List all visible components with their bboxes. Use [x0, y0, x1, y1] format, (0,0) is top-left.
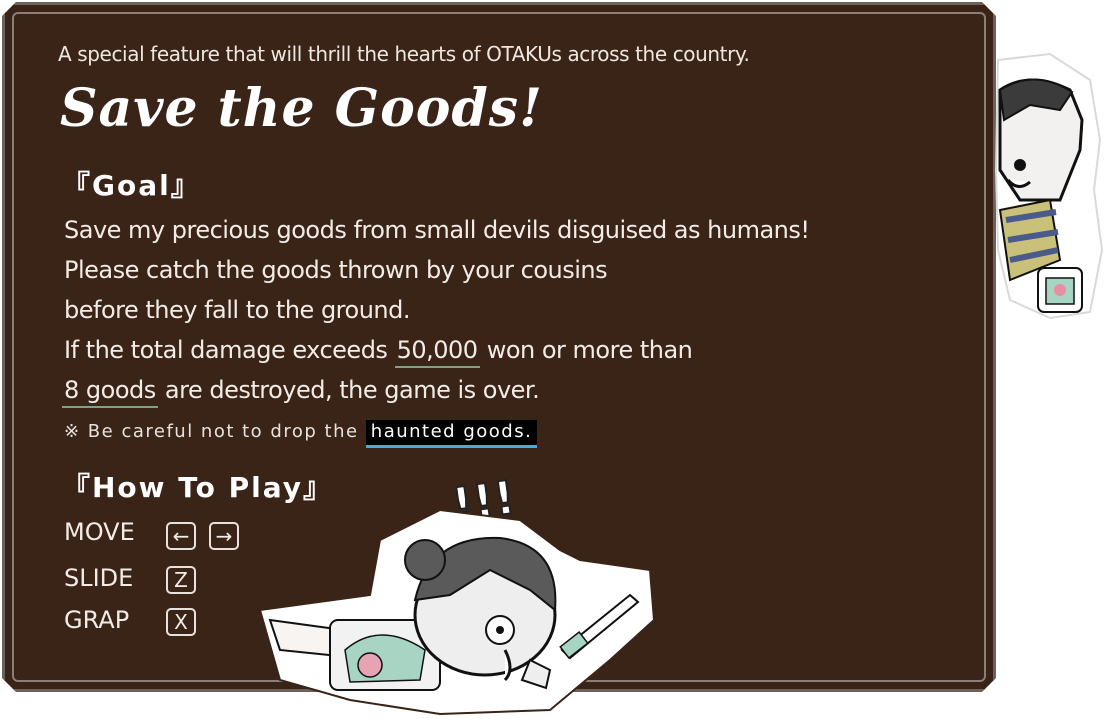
goods-limit-highlight: 8 goods: [62, 376, 158, 408]
control-label-grap: GRAP: [64, 606, 130, 634]
goal-line-3: before they fall to the ground.: [64, 296, 411, 324]
girl-sliding-character-icon: [258, 508, 656, 716]
goal-line-5: 8 goods are destroyed, the game is over.: [62, 376, 540, 408]
x-key-icon: X: [166, 608, 196, 636]
control-label-slide: SLIDE: [64, 564, 134, 592]
goal-line-4-post: won or more than: [486, 336, 693, 364]
haunted-goods-highlight: haunted goods.: [365, 420, 538, 448]
goal-line-5-post: are destroyed, the game is over.: [164, 376, 540, 404]
z-key-icon: Z: [166, 566, 196, 594]
warning-note: ※ Be careful not to drop the haunted goo…: [64, 420, 538, 448]
damage-limit-highlight: 50,000: [394, 336, 480, 368]
goal-heading: 『Goal』: [62, 169, 201, 202]
goal-line-2: Please catch the goods thrown by your co…: [64, 256, 608, 284]
game-title: Save the Goods!: [60, 78, 543, 139]
left-arrow-key-icon: ←: [166, 522, 196, 550]
control-label-move: MOVE: [64, 518, 135, 546]
goal-line-4: If the total damage exceeds 50,000 won o…: [64, 336, 693, 368]
warning-note-text: ※ Be careful not to drop the: [64, 421, 359, 442]
cousin-character-icon: [994, 52, 1104, 320]
goal-line-1: Save my precious goods from small devils…: [64, 216, 810, 244]
goal-line-4-pre: If the total damage exceeds: [64, 336, 388, 364]
subtitle: A special feature that will thrill the h…: [58, 42, 750, 66]
right-arrow-key-icon: →: [209, 522, 239, 550]
